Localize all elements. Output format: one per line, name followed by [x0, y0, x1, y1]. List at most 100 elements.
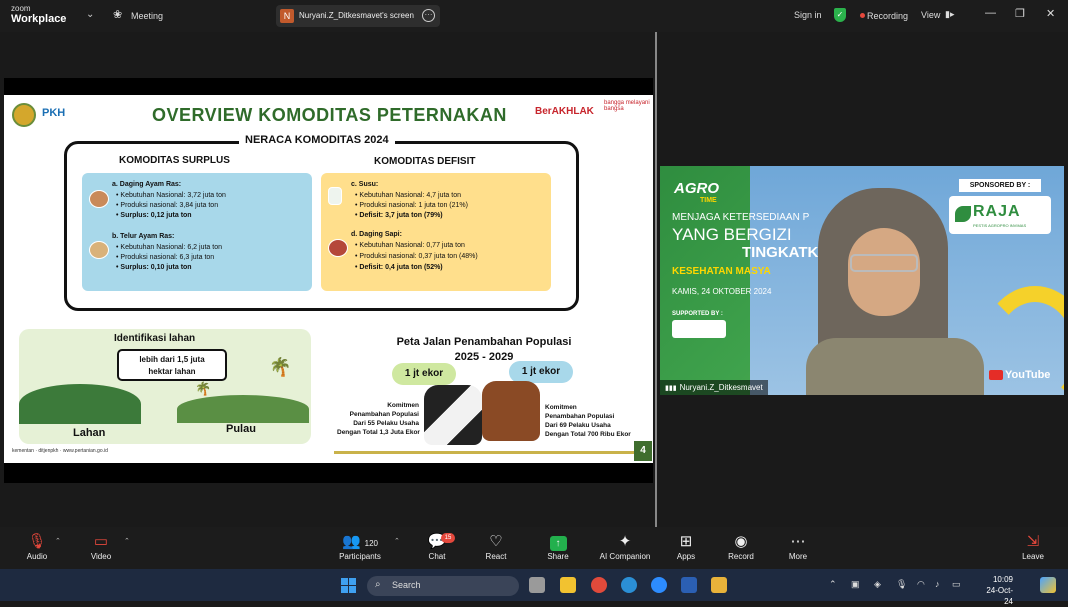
copilot-icon[interactable]: [1040, 577, 1056, 593]
ai-companion-button[interactable]: ✦ AI Companion: [590, 532, 660, 561]
share-label: Nuryani.Z_Ditkesmavet's screen: [299, 11, 414, 20]
more-icon: ⋯: [790, 533, 806, 550]
presenter-glasses: [850, 254, 918, 272]
chevron-up-icon[interactable]: ⌃: [829, 579, 837, 590]
react-button[interactable]: ♡ React: [461, 532, 531, 561]
lahan-label: Lahan: [73, 427, 106, 439]
item-title: a. Daging Ayam Ras:: [112, 181, 182, 188]
audio-options-caret[interactable]: ⌃: [55, 537, 61, 545]
clock-time: 10:09: [992, 575, 1013, 584]
palm-tree-icon: 🌴: [195, 381, 212, 396]
close-icon[interactable]: ✕: [1046, 7, 1055, 20]
meeting-label[interactable]: Meeting: [131, 11, 163, 21]
wifi-icon[interactable]: ◠: [917, 579, 925, 590]
agrotime-logo: AGRO: [674, 180, 719, 197]
more-options-icon[interactable]: ···: [422, 9, 435, 22]
leave-label: Leave: [1022, 552, 1044, 561]
chevron-down-icon[interactable]: ⌄: [86, 9, 94, 20]
komit-line: Dari 69 Pelaku Usaha: [545, 422, 611, 429]
taskbar-search[interactable]: ⌕ Search: [367, 576, 519, 596]
edge-icon[interactable]: [621, 577, 637, 593]
raja-logo: RAJA PESTIS AGROPRO INVIMAS: [949, 196, 1051, 234]
share-button[interactable]: ↑ Share: [523, 532, 593, 561]
pulau-label: Pulau: [226, 423, 256, 435]
app-icon[interactable]: [711, 577, 727, 593]
participants-options-caret[interactable]: ⌃: [394, 537, 400, 545]
item-line: • Defisit: 0,4 juta ton (52%): [355, 264, 443, 271]
bangga-melayani-logo: bangga melayani bangsa: [604, 100, 650, 112]
forest-hill-illustration: [19, 384, 141, 424]
item-line: • Kebutuhan Nasional: 0,77 juta ton: [355, 242, 465, 249]
app-brand-top: zoom: [11, 4, 31, 13]
youtube-label: YouTube: [1005, 369, 1051, 381]
item-line: • Produksi nasional: 3,84 juta ton: [116, 202, 219, 209]
zoom-icon[interactable]: [651, 577, 667, 593]
recording-status[interactable]: Recording: [867, 11, 908, 21]
restore-icon[interactable]: ❐: [1015, 7, 1025, 20]
komit-line: Komitmen: [545, 404, 577, 411]
sparkle-icon: ✦: [618, 533, 632, 550]
sign-in-link[interactable]: Sign in: [794, 10, 822, 20]
page-number: 4: [634, 441, 652, 461]
surplus-heading: KOMODITAS SURPLUS: [119, 155, 230, 166]
audio-button[interactable]: 🎙 Audio: [2, 532, 72, 561]
komit-line: Dengan Total 1,3 Juta Ekor: [337, 429, 420, 436]
tray-icon[interactable]: ◈: [874, 579, 881, 590]
beef-image: [328, 239, 348, 257]
komit-line: Komitmen: [387, 402, 419, 409]
chrome-icon[interactable]: [591, 577, 607, 593]
windows-start-icon[interactable]: [341, 578, 357, 594]
screen-share-indicator[interactable]: N Nuryani.Z_Ditkesmavet's screen ···: [276, 5, 440, 27]
signal-bars-icon: ▮▮▮: [665, 385, 677, 392]
item-line: • Surplus: 0,10 juta ton: [116, 264, 192, 271]
microphone-icon[interactable]: 🎙: [896, 579, 907, 590]
file-explorer-icon[interactable]: [560, 577, 576, 593]
item-line: • Defisit: 3,7 juta ton (79%): [355, 212, 443, 219]
lahan-tag-line: lebih dari 1,5 juta: [139, 355, 205, 364]
panel-divider[interactable]: [655, 32, 657, 527]
shield-icon[interactable]: ✓: [834, 8, 846, 22]
pkh-logo: PKH: [42, 107, 66, 119]
item-title: c. Susu:: [351, 181, 379, 188]
surplus-card: a. Daging Ayam Ras: • Kebutuhan Nasional…: [82, 173, 312, 291]
leave-button[interactable]: ⇲ Leave: [998, 532, 1068, 561]
minimize-icon[interactable]: —: [985, 7, 996, 19]
egg-image: [89, 241, 109, 259]
slide-title: OVERVIEW KOMODITAS PETERNAKAN: [152, 105, 507, 125]
taskbar-clock[interactable]: 10:09 24-Oct-24: [985, 574, 1013, 607]
presenter-jacket: [806, 338, 984, 395]
word-icon[interactable]: [681, 577, 697, 593]
more-button[interactable]: ⋯ More: [763, 532, 833, 561]
audio-label: Audio: [26, 552, 48, 561]
komit-line: Dengan Total 700 Ribu Ekor: [545, 431, 631, 438]
windows-taskbar: ⌕ Search ⌃ ▣ ◈ 🎙 ◠ ♪ ▭ 10:09 24-Oct-24: [0, 569, 1068, 606]
tray-icon[interactable]: ▣: [851, 579, 860, 590]
volume-icon[interactable]: ♪: [935, 579, 940, 589]
item-line: • Kebutuhan Nasional: 3,72 juta ton: [116, 192, 226, 199]
participant-name: Nuryani.Z_Ditkesmavet: [679, 383, 763, 392]
participant-video-tile[interactable]: AGRO TIME MENJAGA KETERSEDIAAN P YANG BE…: [660, 166, 1064, 395]
lahan-tag-line: hektar lahan: [148, 367, 196, 376]
item-line: • Produksi nasional: 1 juta ton (21%): [355, 202, 468, 209]
view-layout-icon[interactable]: ▮▸: [945, 9, 954, 20]
chicken-meat-image: [89, 190, 109, 208]
lahan-tag: lebih dari 1,5 juta hektar lahan: [117, 349, 227, 381]
footer-bar: [334, 451, 634, 454]
ai-companion-label: AI Companion: [599, 552, 651, 561]
share-screen-icon: ↑: [523, 532, 593, 552]
item-line: • Surplus: 0,12 juta ton: [116, 212, 192, 219]
leaf-icon: [955, 206, 971, 222]
recording-dot-icon: [860, 13, 865, 18]
participants-button[interactable]: 👥 120 Participants: [325, 532, 395, 561]
raja-subtitle: PESTIS AGROPRO INVIMAS: [973, 223, 1027, 228]
neraca-title: NERACA KOMODITAS 2024: [239, 134, 395, 146]
task-view-icon[interactable]: [529, 577, 545, 593]
view-button[interactable]: View: [921, 10, 940, 20]
item-title: d. Daging Sapi:: [351, 231, 402, 238]
population-bubble: 1 jt ekor: [509, 361, 573, 383]
battery-icon[interactable]: ▭: [952, 579, 961, 590]
video-options-caret[interactable]: ⌃: [124, 537, 130, 545]
clock-date: 24-Oct-24: [986, 586, 1013, 606]
search-placeholder: Search: [392, 580, 421, 590]
item-line: • Produksi nasional: 0,37 juta ton (48%): [355, 253, 478, 260]
